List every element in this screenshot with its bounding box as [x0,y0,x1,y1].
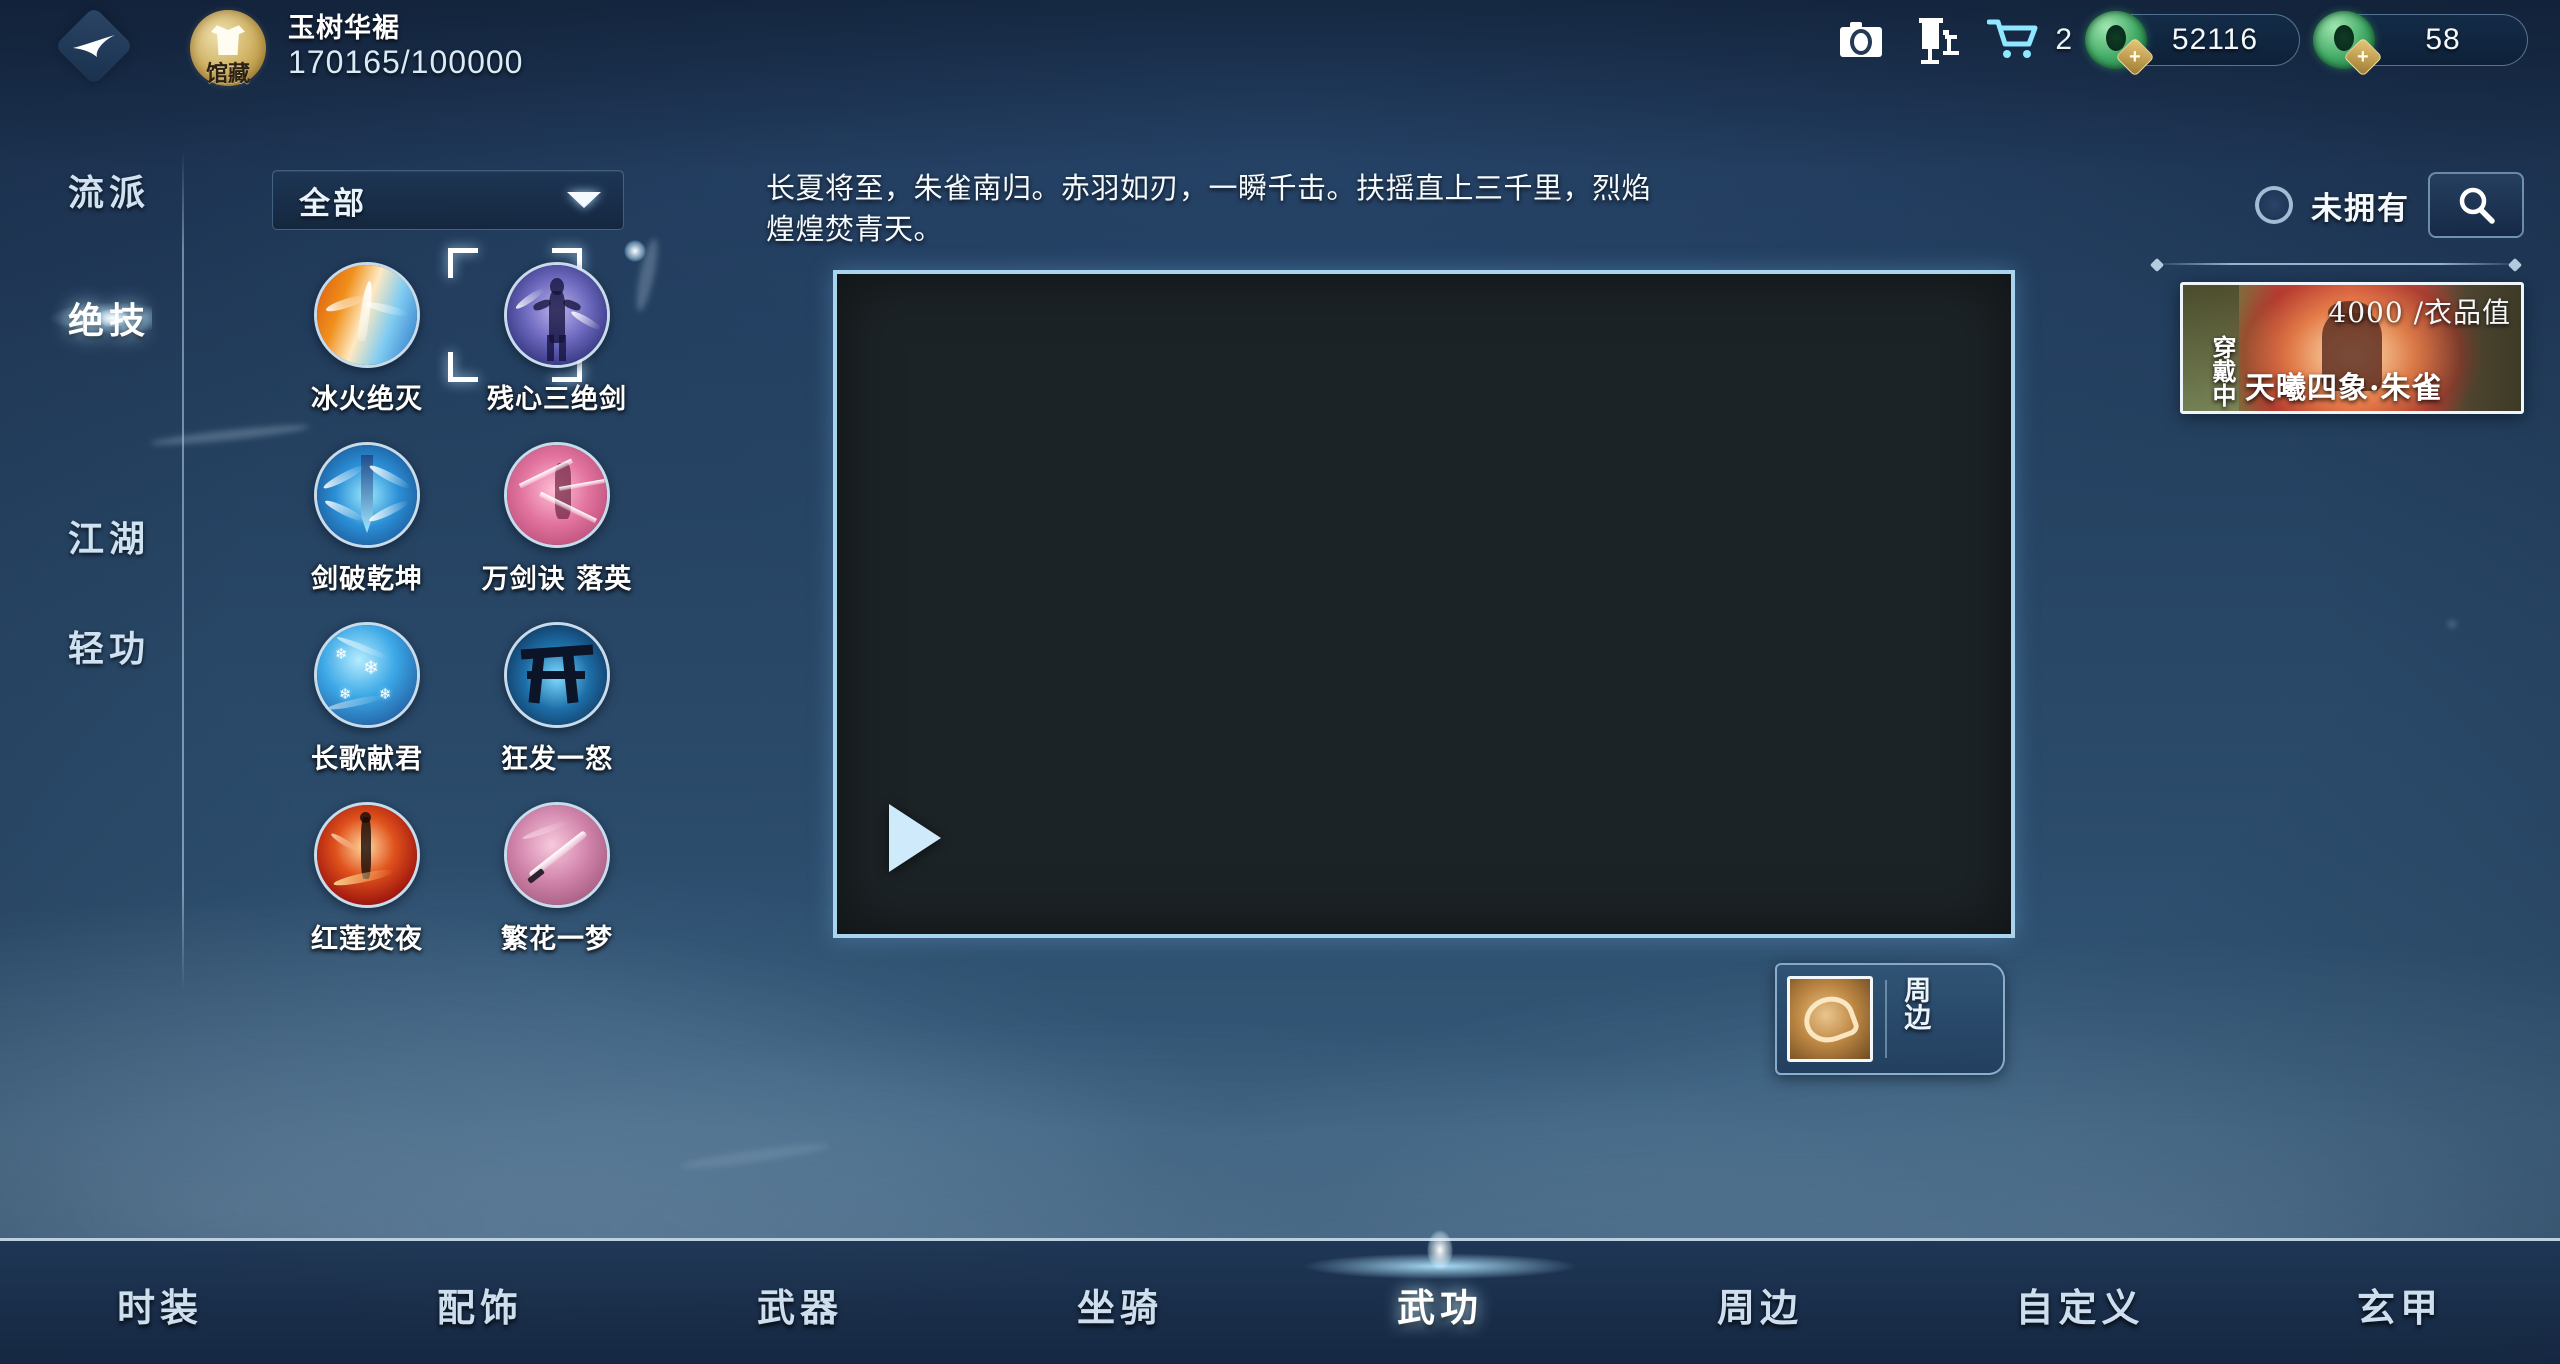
owned-filter-row: 未拥有 [2148,172,2524,238]
owned-filter-label: 未拥有 [2311,190,2410,227]
player-score: 170165/100000 [288,44,524,80]
skill-icon [504,262,610,368]
skill-name: 万剑诀 落英 [481,564,633,595]
skill-name: 剑破乾坤 [311,564,423,595]
cart-button[interactable]: 2 [1987,18,2072,62]
skill-icon [504,622,610,728]
skill-icon [504,442,610,548]
bottom-navigation: 时装 配饰 武器 坐骑 武功 周边 自定义 玄甲 [0,1213,2560,1364]
sidebar-active-spark [98,309,128,327]
skill-preview-video[interactable] [833,270,2015,938]
panel-separator [2148,257,2524,273]
skill-grid: 冰火绝灭 残心三绝剑 剑破乾坤 万剑诀 落英 ❄ ❄ ❄ ❄ 长歌献君 狂发一怒… [272,240,652,956]
camera-button[interactable] [1831,12,1891,68]
station-button[interactable] [1909,12,1969,68]
peripheral-badge-label: 周边 [1899,976,1931,1030]
right-panel: 未拥有 4000 /衣品值 穿戴中 天曦四象·朱雀 [2148,172,2524,414]
badge-divider [1885,980,1887,1058]
skill-name: 繁花一梦 [501,924,613,955]
skill-name: 冰火绝灭 [311,384,423,415]
sidebar-item-jueji[interactable]: 绝技 [0,290,152,346]
skill-name: 红莲焚夜 [311,924,423,955]
currency-secondary-value: 58 [2425,23,2461,56]
sidebar-item-liupai[interactable]: 流派 [68,164,150,216]
sidebar-item-qinggong[interactable]: 轻功 [68,620,150,672]
sidebar-divider-line [182,150,184,990]
cart-count: 2 [2055,23,2072,56]
nav-tab-shizhuang[interactable]: 时装 [0,1273,320,1332]
play-icon[interactable] [889,804,941,872]
shopping-cart-icon [1987,19,2038,58]
nav-tab-wugong[interactable]: 武功 [1230,1213,1650,1332]
skill-icon [314,262,420,368]
back-arrow-icon [73,35,115,57]
station-icon [1919,18,1960,64]
nav-tab-wuqi[interactable]: 武器 [640,1273,960,1332]
back-button[interactable] [54,6,134,86]
nav-tab-peishi[interactable]: 配饰 [320,1273,640,1332]
top-right-cluster: 2 + 52116 + 58 [1831,11,2528,77]
item-status-badge: 穿戴中 [2208,335,2237,407]
currency-secondary[interactable]: + 58 [2313,11,2528,77]
skill-icon [314,802,420,908]
emblem-label: 馆藏 [205,61,251,87]
search-icon [2459,187,2495,224]
skill-icon: ❄ ❄ ❄ ❄ [314,622,420,728]
chevron-down-icon [567,192,601,208]
currency-primary[interactable]: + 52116 [2085,11,2300,77]
robe-icon [211,25,245,56]
skill-name: 狂发一怒 [501,744,613,775]
skill-item[interactable]: 繁花一梦 [462,802,652,956]
skill-item[interactable]: 冰火绝灭 [272,262,462,416]
item-card[interactable]: 4000 /衣品值 穿戴中 天曦四象·朱雀 [2180,282,2524,414]
skill-name: 长歌献君 [311,744,423,775]
nav-tab-zidingyi[interactable]: 自定义 [1920,1273,2240,1332]
skill-item[interactable]: 红莲焚夜 [272,802,462,956]
item-title: 天曦四象·朱雀 [2245,371,2443,406]
jade-gem-icon: + [2313,11,2383,77]
filter-dropdown[interactable]: 全部 [272,170,624,230]
player-name: 玉树华裾 [288,13,400,44]
skill-description: 长夏将至，朱雀南归。赤羽如刃，一瞬千击。扶摇直上三千里，烈焰煌煌焚青天。 [766,171,1652,247]
skill-item-selected[interactable]: 残心三绝剑 [448,240,652,416]
skill-icon [314,442,420,548]
item-price: 4000 /衣品值 [2328,296,2511,329]
phoenix-artwork-icon [1787,976,1873,1062]
nav-tab-zuoqi[interactable]: 坐骑 [960,1273,1280,1332]
category-sidebar: 流派 绝技 江湖 轻功 [0,150,210,990]
filter-dropdown-value: 全部 [299,185,367,222]
skill-icon [504,802,610,908]
skill-item[interactable]: ❄ ❄ ❄ ❄ 长歌献君 [272,622,462,776]
search-button[interactable] [2428,172,2524,238]
nav-tab-zhoubian[interactable]: 周边 [1600,1273,1920,1332]
collection-emblem: 馆藏 [182,2,274,94]
owned-filter-checkbox[interactable] [2255,186,2293,224]
sidebar-item-jianghu[interactable]: 江湖 [68,510,150,562]
jade-coin-icon: + [2085,11,2155,77]
skill-item[interactable]: 万剑诀 落英 [462,442,652,596]
top-bar: 馆藏 玉树华裾 170165/100000 2 + 52116 + 58 [0,0,2560,94]
skill-item[interactable]: 狂发一怒 [462,622,652,776]
currency-primary-value: 52116 [2171,23,2259,56]
skill-item[interactable]: 剑破乾坤 [272,442,462,596]
selection-spark [624,240,646,262]
skill-panel: 全部 冰火绝灭 残心三绝剑 剑破乾坤 万剑诀 落英 ❄ ❄ ❄ ❄ 长歌献君 狂… [272,170,652,956]
camera-icon [1840,22,1883,57]
peripheral-badge[interactable]: 周边 [1775,963,2005,1075]
skill-name: 残心三绝剑 [487,384,627,415]
nav-tab-xuanjia[interactable]: 玄甲 [2240,1273,2560,1332]
